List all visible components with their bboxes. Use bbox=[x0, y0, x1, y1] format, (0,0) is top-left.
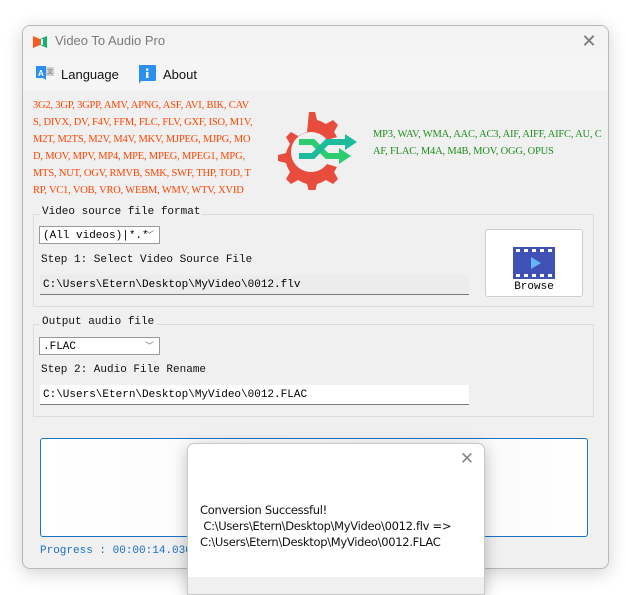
audio-format-select-value: .FLAC bbox=[43, 341, 77, 353]
conversion-success-dialog: ✕ Conversion Successful! C:\Users\Etern\… bbox=[187, 443, 485, 595]
video-source-path-field[interactable]: C:\Users\Etern\Desktop\MyVideo\0012.flv bbox=[40, 275, 469, 295]
browse-button[interactable]: Browse bbox=[485, 229, 583, 297]
step2-label: Step 2: Audio File Rename bbox=[41, 364, 207, 376]
audio-output-path-field[interactable]: C:\Users\Etern\Desktop\MyVideo\0012.FLAC bbox=[40, 385, 469, 405]
window-close-button[interactable]: ✕ bbox=[578, 31, 600, 53]
chevron-down-icon: ﹀ bbox=[144, 342, 154, 352]
audio-format-select[interactable]: .FLAC ﹀ bbox=[39, 337, 160, 355]
info-icon bbox=[139, 65, 156, 84]
chevron-down-icon: ﹀ bbox=[144, 231, 154, 241]
language-icon: A 文 bbox=[36, 66, 54, 80]
dialog-footer bbox=[188, 577, 484, 594]
conversion-logo-icon bbox=[278, 112, 357, 190]
window-title: Video To Audio Pro bbox=[55, 33, 166, 48]
menu-bar: A 文 Language About bbox=[23, 57, 608, 91]
svg-text:A: A bbox=[38, 69, 44, 78]
browse-button-label: Browse bbox=[514, 281, 554, 293]
video-file-icon bbox=[513, 247, 555, 279]
dialog-close-button[interactable]: ✕ bbox=[457, 449, 477, 469]
video-format-select[interactable]: (All videos)|*.* ﹀ bbox=[39, 226, 160, 244]
menu-item-language[interactable]: A 文 Language bbox=[35, 63, 119, 85]
menu-item-language-label: Language bbox=[61, 66, 119, 82]
step1-label: Step 1: Select Video Source File bbox=[41, 254, 253, 266]
progress-label: Progress : 00:00:14.03000 bbox=[40, 545, 206, 557]
dialog-message: Conversion Successful! C:\Users\Etern\De… bbox=[200, 503, 452, 549]
output-audio-group-label: Output audio file bbox=[40, 316, 157, 328]
supported-audio-formats: MP3, WAV, WMA, AAC, AC3, AIF, AIFF, AIFC… bbox=[373, 129, 602, 157]
video-format-select-value: (All videos)|*.* bbox=[43, 230, 149, 242]
title-bar: Video To Audio Pro ✕ bbox=[23, 26, 608, 57]
video-source-group-label: Video source file format bbox=[40, 206, 203, 218]
app-logo-icon bbox=[33, 36, 47, 48]
menu-item-about[interactable]: About bbox=[137, 63, 197, 85]
svg-text:文: 文 bbox=[47, 68, 53, 76]
supported-video-formats: 3G2, 3GP, 3GPP, AMV, APNG, ASF, AVI, BIK… bbox=[33, 100, 253, 196]
menu-item-about-label: About bbox=[163, 66, 197, 82]
